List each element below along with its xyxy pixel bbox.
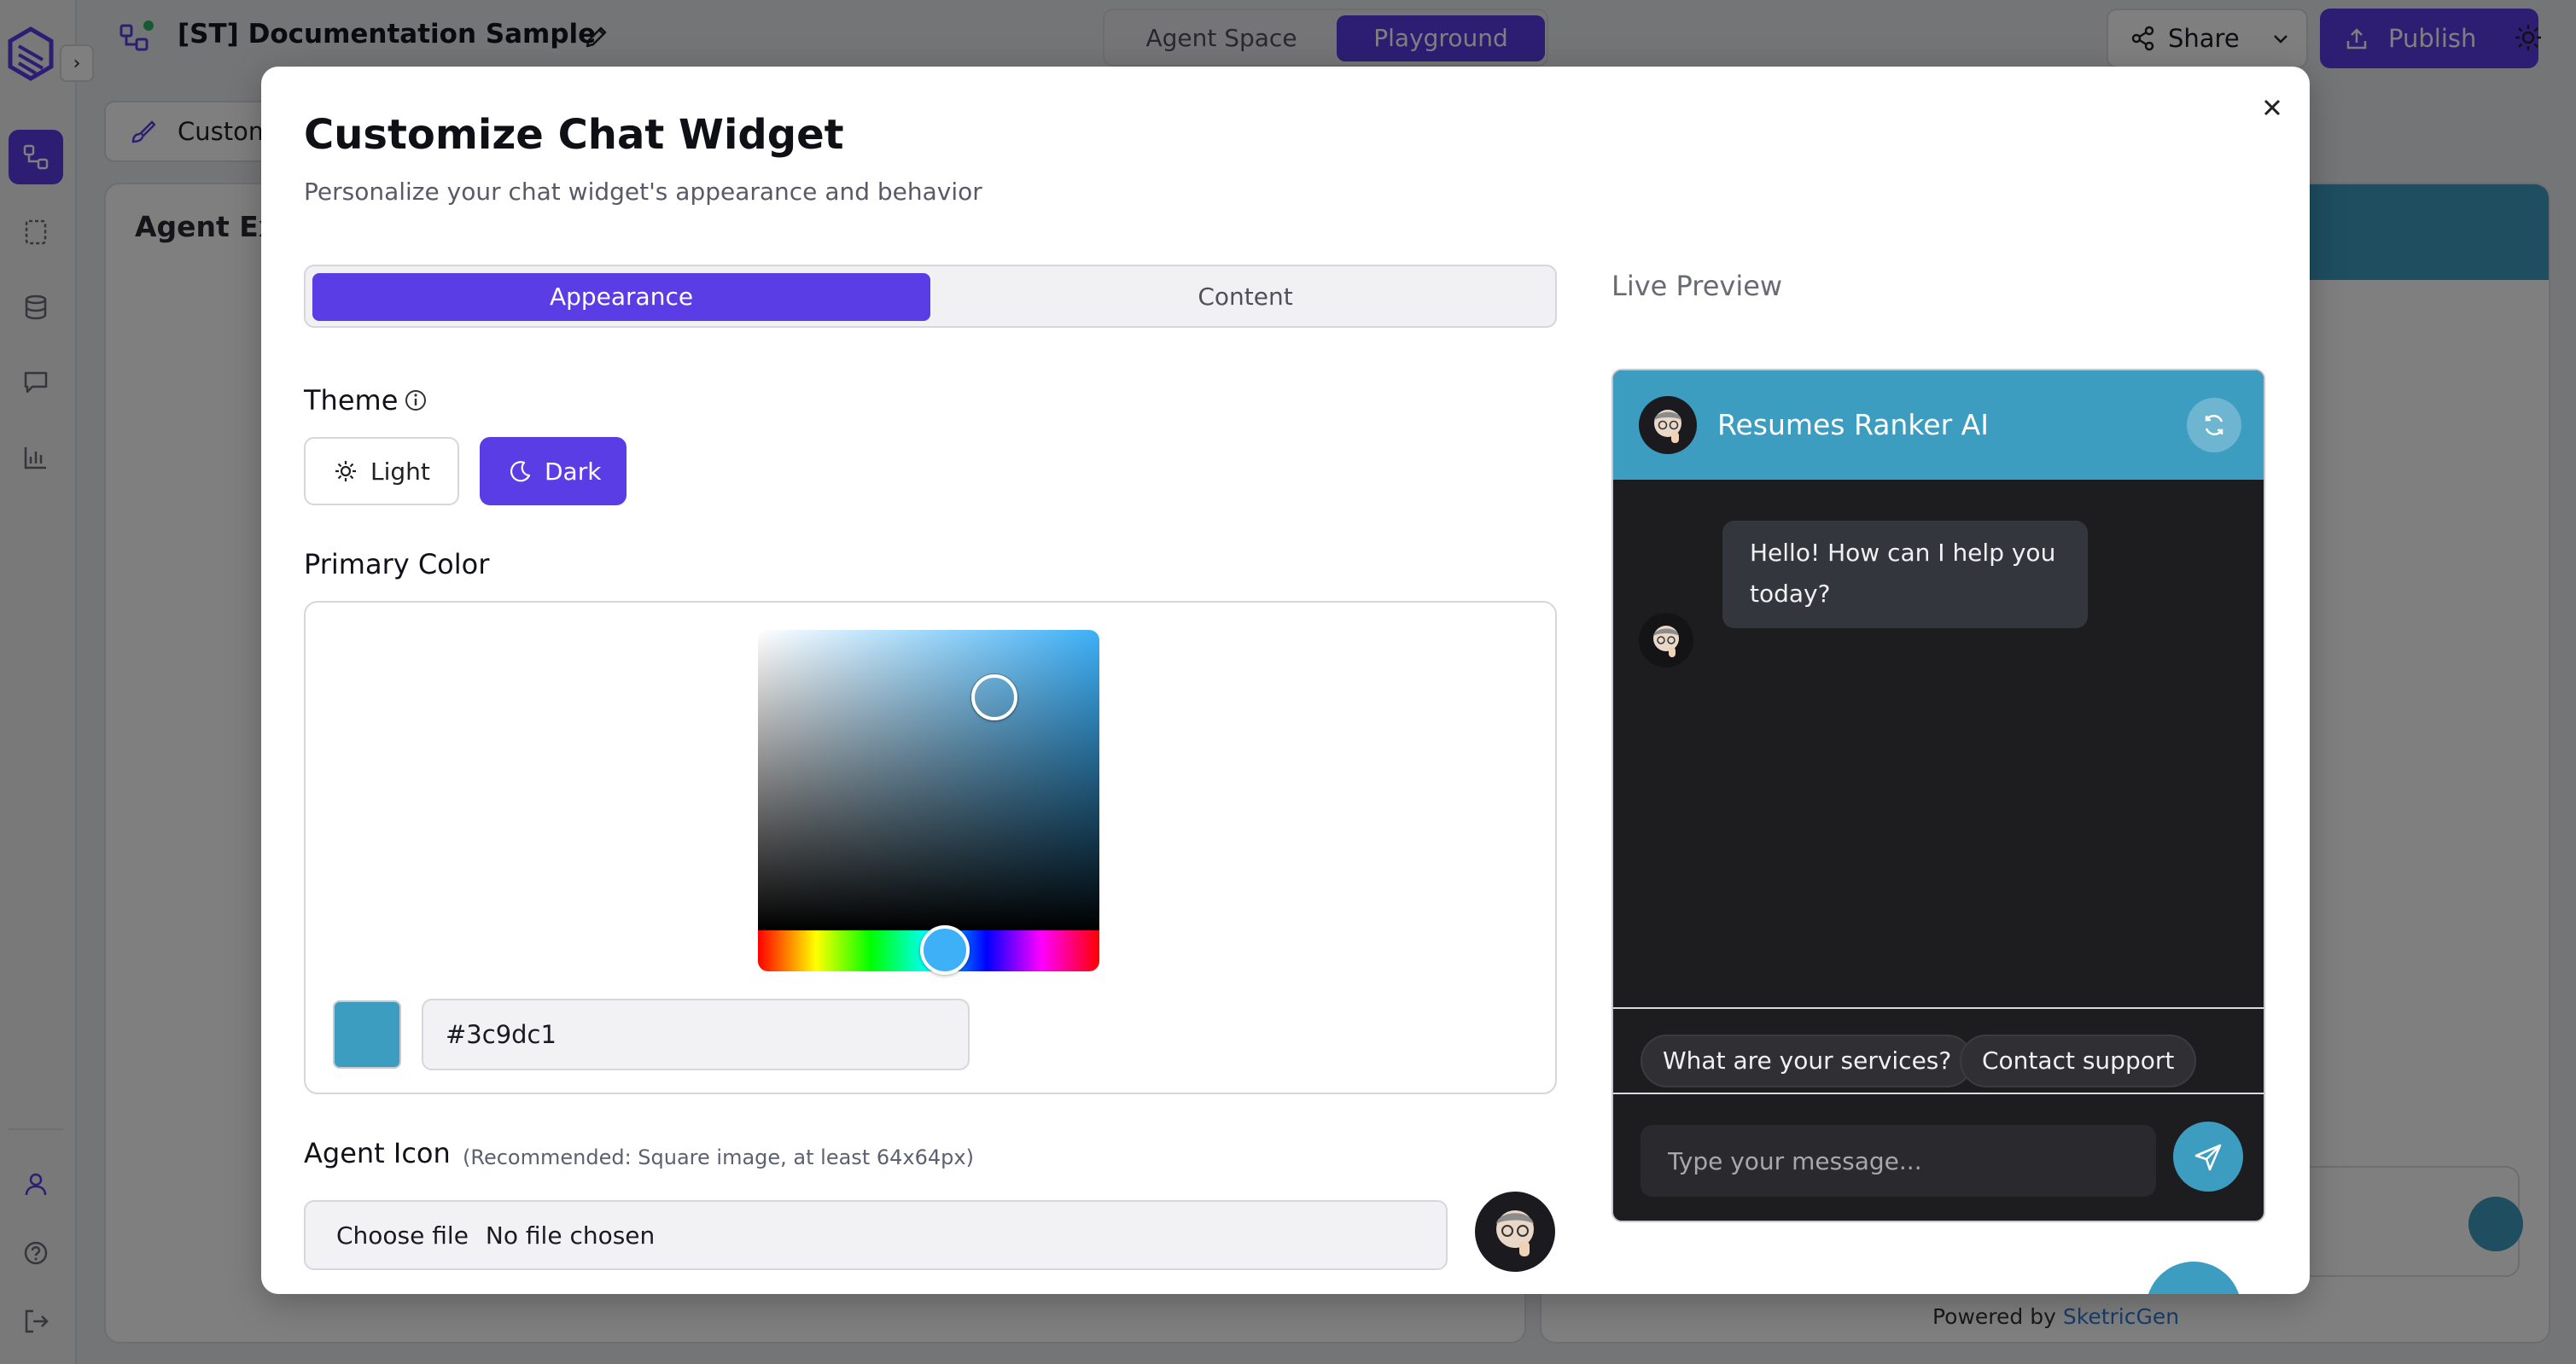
close-icon[interactable] — [2257, 92, 2288, 123]
preview-message-input[interactable] — [1641, 1125, 2156, 1197]
preview-divider — [1613, 1093, 2264, 1094]
avatar-icon — [1496, 1210, 1534, 1256]
theme-dark-label: Dark — [545, 457, 602, 486]
agent-avatar-preview — [1475, 1192, 1555, 1272]
quick-reply-chip[interactable]: What are your services? — [1641, 1035, 1974, 1087]
send-icon — [2194, 1144, 2222, 1171]
agent-icon-label: Agent Icon — [304, 1137, 451, 1169]
theme-light-button[interactable]: Light — [304, 437, 459, 505]
avatar-icon — [1653, 626, 1679, 657]
tab-appearance[interactable]: Appearance — [312, 273, 930, 321]
agent-icon-hint: (Recommended: Square image, at least 64x… — [463, 1145, 974, 1169]
hue-handle[interactable] — [920, 925, 970, 975]
saturation-handle[interactable] — [971, 674, 1017, 720]
tab-content[interactable]: Content — [937, 273, 1553, 321]
theme-dark-button[interactable]: Dark — [480, 437, 627, 505]
saturation-value-picker[interactable] — [758, 630, 1099, 930]
live-preview-label: Live Preview — [1611, 270, 1783, 302]
primary-color-label: Primary Color — [304, 548, 490, 580]
info-icon[interactable] — [403, 388, 428, 413]
preview-send-button[interactable] — [2173, 1122, 2243, 1192]
theme-label: Theme — [304, 384, 399, 417]
preview-message-avatar — [1639, 613, 1693, 667]
dialog-title: Customize Chat Widget — [304, 111, 844, 159]
moon-icon — [510, 461, 531, 482]
customize-widget-dialog: Customize Chat Widget Personalize your c… — [261, 67, 2310, 1294]
preview-greeting-bubble: Hello! How can I help you today? — [1722, 521, 2088, 628]
choose-file-button[interactable]: Choose file — [336, 1221, 469, 1250]
color-swatch — [333, 1000, 401, 1069]
dialog-subtitle: Personalize your chat widget's appearanc… — [304, 178, 982, 206]
preview-agent-avatar — [1639, 396, 1697, 454]
preview-launcher-button[interactable] — [2146, 1262, 2241, 1294]
refresh-icon — [2205, 414, 2223, 436]
preview-header: Resumes Ranker AI — [1613, 370, 2264, 480]
agent-icon-file-input[interactable]: Choose file No file chosen — [304, 1200, 1448, 1270]
preview-agent-name: Resumes Ranker AI — [1717, 408, 1989, 441]
theme-light-label: Light — [370, 457, 430, 486]
settings-tabs: Appearance Content — [304, 265, 1557, 328]
quick-reply-chip[interactable]: Contact support — [1960, 1035, 2197, 1087]
avatar-icon — [1654, 410, 1681, 443]
preview-divider — [1613, 1007, 2264, 1009]
file-status: No file chosen — [485, 1221, 656, 1250]
chat-widget-preview: Resumes Ranker AI Hello! How can I help … — [1611, 369, 2265, 1222]
sun-icon — [335, 461, 356, 481]
preview-refresh-button[interactable] — [2187, 398, 2241, 452]
hex-color-input[interactable] — [422, 999, 970, 1070]
